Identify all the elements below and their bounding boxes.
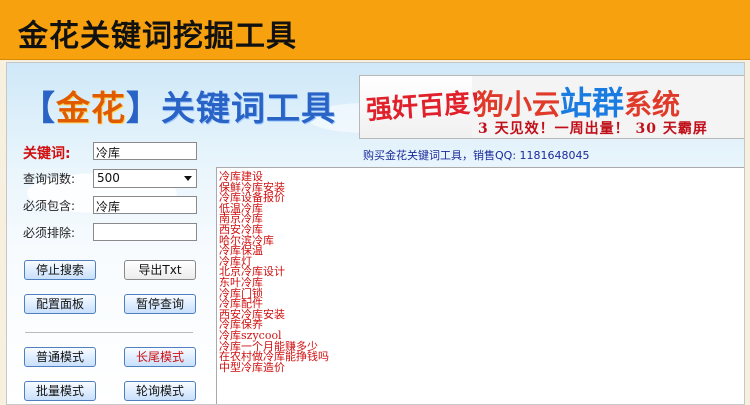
app-title: 金花关键词挖掘工具 [18, 19, 297, 54]
exclude-label: 必须排除: [23, 226, 76, 240]
keyword-input[interactable]: 冷库 [93, 142, 197, 160]
logo-bracket-right: 】 [126, 89, 161, 129]
exclude-input[interactable] [93, 223, 197, 241]
pause-query-button[interactable]: 暂停查询 [124, 294, 196, 314]
ad-banner-slogan: 3 天见效！一周出量！ 30 天霸屏 [478, 121, 708, 137]
count-label: 查询词数: [23, 172, 76, 186]
batch-mode-button[interactable]: 批量模式 [24, 381, 96, 401]
include-input[interactable]: 冷库 [93, 196, 197, 214]
logo-bracket-left: 【 [21, 89, 56, 129]
ad-banner-left: 强奸百度! [360, 76, 483, 138]
results-list[interactable]: 冷库建设 保鲜冷库安装 冷库设备报价 低温冷库 南京冷库 西安冷库 哈尔滨冷库 冷库保温 冷库灯… [216, 167, 744, 404]
normal-mode-button[interactable]: 普通模式 [24, 347, 96, 367]
count-select[interactable]: 500 [93, 169, 197, 188]
app-window: 【金花】关键词工具 强奸百度! 狗小云站群系统 3 天见效！一周出量！ 30 天… [6, 62, 745, 405]
logo: 【金花】关键词工具 [21, 81, 336, 130]
sales-contact[interactable]: 购买金花关键词工具，销售QQ: 1181648045 [363, 147, 590, 163]
logo-rest: 关键词工具 [161, 89, 336, 129]
divider [25, 332, 193, 333]
poll-mode-button[interactable]: 轮询模式 [124, 381, 196, 401]
include-label: 必须包含: [23, 199, 76, 213]
chevron-down-icon [184, 176, 192, 181]
stop-search-button[interactable]: 停止搜索 [24, 260, 96, 280]
ad-banner-suffix: 系统 [624, 88, 681, 121]
app-header: 金花关键词挖掘工具 [0, 0, 750, 60]
logo-brand: 金花 [56, 89, 126, 129]
result-item[interactable]: 中型冷库造价 [219, 362, 285, 373]
ad-banner-big: 站群 [560, 84, 625, 122]
count-select-value: 500 [97, 171, 120, 185]
config-panel-button[interactable]: 配置面板 [24, 294, 96, 314]
long-tail-mode-button[interactable]: 长尾模式 [124, 347, 196, 367]
ad-banner[interactable]: 强奸百度! 狗小云站群系统 3 天见效！一周出量！ 30 天霸屏 [359, 75, 744, 139]
ad-banner-left-text: 强奸百度! [365, 88, 483, 126]
ad-banner-prefix: 狗小云 [476, 88, 561, 121]
keyword-label: 关键词: [23, 146, 71, 162]
export-txt-button[interactable]: 导出Txt [124, 260, 196, 280]
